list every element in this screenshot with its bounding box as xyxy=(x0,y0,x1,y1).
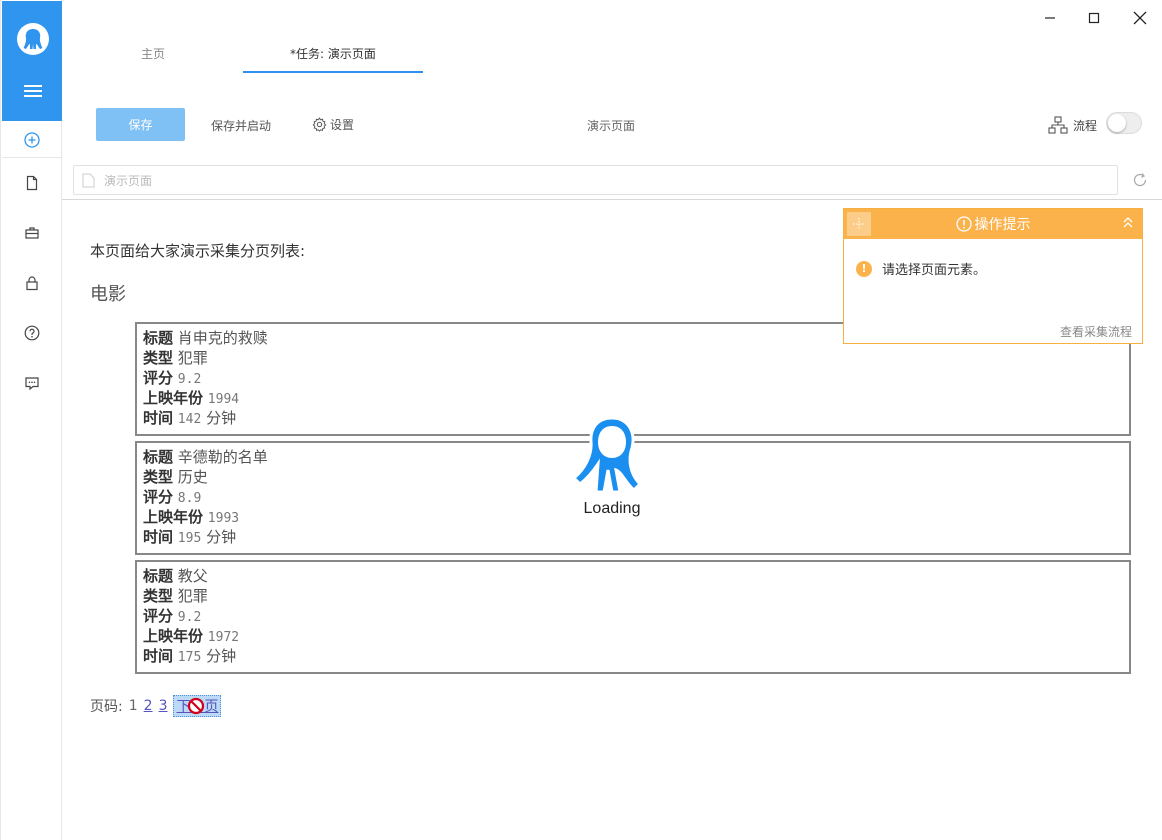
new-task-button[interactable] xyxy=(2,122,62,158)
duration-label: 时间 xyxy=(143,409,174,427)
minutes-unit: 分钟 xyxy=(206,409,237,427)
flow-label: 流程 xyxy=(1073,119,1098,133)
not-allowed-cursor-icon xyxy=(188,697,205,715)
settings-button[interactable]: 设置 xyxy=(312,116,354,133)
page-link-3[interactable]: 3 xyxy=(159,698,168,714)
page-link-1[interactable]: 1 xyxy=(129,698,138,714)
page-icon xyxy=(82,173,95,188)
movie-rating: 8.9 xyxy=(177,491,202,506)
movie-genre: 犯罪 xyxy=(177,587,208,605)
genre-label: 类型 xyxy=(143,468,174,486)
url-bar[interactable]: 演示页面 xyxy=(73,165,1118,195)
flow-toggle[interactable] xyxy=(1106,112,1142,134)
document-icon[interactable] xyxy=(24,175,40,191)
help-icon[interactable] xyxy=(24,325,40,341)
collapse-icon[interactable] xyxy=(1122,215,1134,229)
info-icon xyxy=(955,216,972,232)
lock-icon[interactable] xyxy=(24,275,40,291)
flowchart-icon xyxy=(1048,116,1068,134)
loading-text: Loading xyxy=(583,500,641,517)
movie-duration: 195 xyxy=(177,531,202,546)
message-icon[interactable] xyxy=(24,375,40,391)
active-tab-indicator xyxy=(243,71,423,73)
maximize-button[interactable] xyxy=(1084,8,1104,28)
movie-year: 1972 xyxy=(207,630,240,645)
page-name-label: 演示页面 xyxy=(587,119,636,133)
hint-message-row: ! 请选择页面元素。 xyxy=(856,259,986,278)
octopus-logo-icon xyxy=(17,23,49,55)
movie-duration: 175 xyxy=(177,650,202,665)
page-intro: 本页面给大家演示采集分页列表: xyxy=(90,242,306,260)
movie-rating: 9.2 xyxy=(177,372,202,387)
minutes-unit: 分钟 xyxy=(206,528,237,546)
movie-genre: 犯罪 xyxy=(177,349,208,367)
movie-duration: 142 xyxy=(177,412,202,427)
plus-circle-icon xyxy=(24,131,40,148)
toggle-knob xyxy=(1108,114,1126,132)
sidebar xyxy=(0,0,62,840)
movie-year: 1994 xyxy=(207,392,240,407)
gear-icon xyxy=(312,117,327,132)
maximize-icon xyxy=(1088,12,1100,24)
menu-icon[interactable] xyxy=(24,85,42,97)
url-placeholder: 演示页面 xyxy=(104,174,153,188)
rating-label: 评分 xyxy=(143,607,174,625)
octopus-loading-icon xyxy=(571,416,643,494)
refresh-icon[interactable] xyxy=(1132,172,1148,188)
movie-title: 辛德勒的名单 xyxy=(177,448,268,466)
title-label: 标题 xyxy=(143,567,174,585)
next-page-link[interactable]: 下一页 xyxy=(173,695,222,717)
genre-label: 类型 xyxy=(143,349,174,367)
minimize-button[interactable] xyxy=(1040,8,1060,28)
movie-item[interactable]: 标题 教父 类型 犯罪 评分 9.2 上映年份 1972 时间 175 分钟 xyxy=(135,560,1131,674)
close-button[interactable] xyxy=(1130,8,1150,28)
rating-label: 评分 xyxy=(143,369,174,387)
warning-icon: ! xyxy=(856,260,872,277)
page-link-2[interactable]: 2 xyxy=(144,698,153,714)
view-flow-link[interactable]: 查看采集流程 xyxy=(1060,323,1132,340)
hint-title: 操作提示 xyxy=(974,217,1031,233)
hint-header: 操作提示 xyxy=(844,209,1142,239)
operation-hint-panel: 操作提示 ! 请选择页面元素。 查看采集流程 xyxy=(843,208,1143,344)
minimize-icon xyxy=(1045,17,1055,19)
title-label: 标题 xyxy=(143,448,174,466)
briefcase-icon[interactable] xyxy=(24,225,40,241)
year-label: 上映年份 xyxy=(143,627,204,645)
drag-handle[interactable] xyxy=(847,212,871,236)
pagination: 页码: 1 2 3 下一页 xyxy=(90,695,222,717)
loading-indicator: Loading xyxy=(568,412,656,522)
genre-label: 类型 xyxy=(143,587,174,605)
movie-title: 教父 xyxy=(177,567,208,585)
hint-message: 请选择页面元素。 xyxy=(882,263,987,278)
move-icon xyxy=(853,218,865,230)
tab-task-demo-page[interactable]: *任务: 演示页面 xyxy=(290,45,376,62)
movie-rating: 9.2 xyxy=(177,610,202,625)
duration-label: 时间 xyxy=(143,528,174,546)
movie-year: 1993 xyxy=(207,511,240,526)
tab-home[interactable]: 主页 xyxy=(141,45,165,62)
sidebar-header xyxy=(2,1,62,121)
save-button[interactable]: 保存 xyxy=(96,108,185,141)
movie-title: 肖申克的救赎 xyxy=(177,329,268,347)
rating-label: 评分 xyxy=(143,488,174,506)
close-icon xyxy=(1133,11,1147,25)
pager-label: 页码: xyxy=(90,699,123,715)
save-and-start-button[interactable]: 保存并启动 xyxy=(211,117,271,134)
section-title: 电影 xyxy=(90,284,126,305)
year-label: 上映年份 xyxy=(143,389,204,407)
duration-label: 时间 xyxy=(143,647,174,665)
minutes-unit: 分钟 xyxy=(206,647,237,665)
title-label: 标题 xyxy=(143,329,174,347)
settings-label: 设置 xyxy=(330,118,355,132)
movie-genre: 历史 xyxy=(177,468,208,486)
year-label: 上映年份 xyxy=(143,508,204,526)
